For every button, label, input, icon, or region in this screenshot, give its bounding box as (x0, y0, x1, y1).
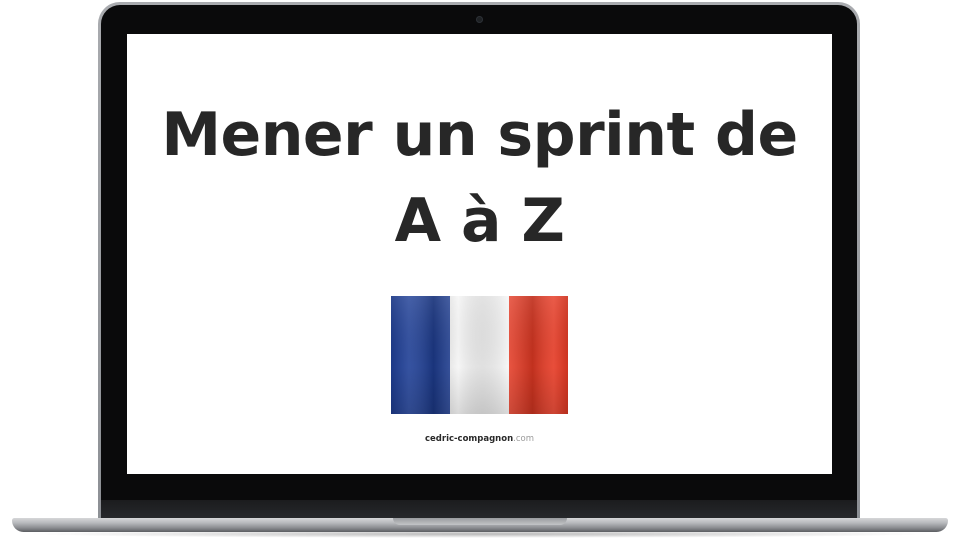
slide-title-line-1: Mener un sprint de (161, 100, 798, 170)
french-flag-graphic (391, 296, 568, 414)
slide-title-line-2: A à Z (394, 186, 565, 256)
website-credit: cedric-compagnon.com (127, 434, 832, 444)
webcam-icon (476, 16, 483, 23)
website-domain: cedric-compagnon (424, 434, 514, 444)
laptop-hinge (101, 500, 857, 520)
laptop-screen: Mener un sprint de A à Z cedric-compagno… (127, 34, 832, 474)
slide-title: Mener un sprint de A à Z (127, 92, 832, 264)
laptop-mockup: Mener un sprint de A à Z cedric-compagno… (0, 0, 960, 540)
website-tld: .com (513, 434, 534, 444)
laptop-opening-notch (393, 518, 567, 525)
french-flag-icon (391, 296, 568, 414)
